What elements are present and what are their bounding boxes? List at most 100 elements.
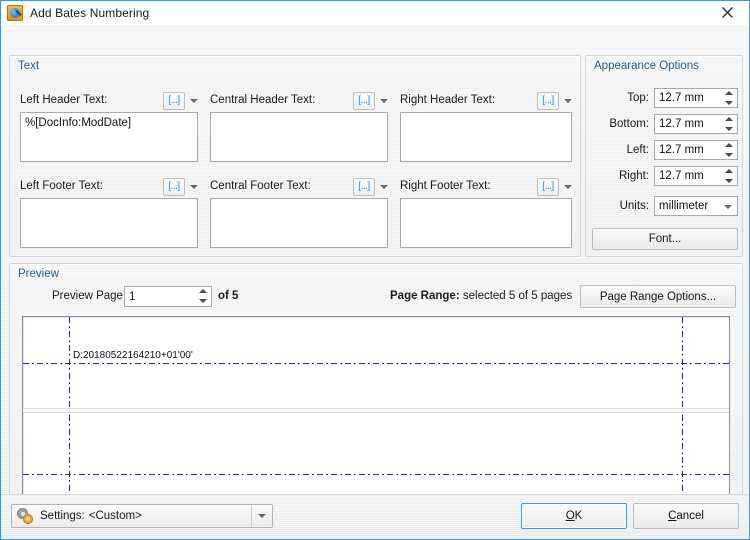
stepper-down-icon	[724, 127, 733, 131]
units-row: Units: millimeter	[592, 196, 738, 216]
stepper-down-icon	[724, 179, 733, 183]
stepper-down-icon	[724, 101, 733, 105]
left-header-text-input[interactable]: %[DocInfo:ModDate]	[20, 112, 198, 162]
text-group-legend: Text	[18, 60, 40, 72]
settings-value: <Custom>	[88, 510, 142, 522]
cancel-button[interactable]: Cancel	[633, 503, 739, 529]
preview-canvas[interactable]: D:20180522164210+01'00'	[22, 316, 730, 508]
central-header-macro-dropdown[interactable]	[376, 92, 391, 110]
central-header-text-input[interactable]	[210, 112, 388, 162]
margin-bottom-stepper[interactable]	[723, 117, 734, 131]
left-footer-macro-dropdown[interactable]	[186, 178, 201, 196]
dialog-body: Text Left Header Text: [...] %[DocInfo:M…	[1, 25, 749, 518]
ok-button-label: OK	[566, 510, 583, 522]
margin-left-label: Left:	[626, 144, 649, 156]
page-range-value: selected 5 of 5 pages	[459, 290, 573, 302]
margin-top-stepper[interactable]	[723, 91, 734, 105]
central-footer-text-input[interactable]	[210, 198, 388, 248]
chevron-down-icon	[379, 185, 388, 189]
right-footer-macro-button[interactable]: [...]	[537, 178, 559, 196]
stepper-up-icon	[724, 117, 733, 121]
title-bar: Add Bates Numbering	[1, 1, 749, 25]
central-footer-text-label: Central Footer Text:	[210, 180, 311, 192]
settings-dropdown-arrow[interactable]	[251, 505, 272, 527]
preview-page-stepper[interactable]	[197, 289, 208, 303]
left-footer-macro-button[interactable]: [...]	[163, 178, 185, 196]
page-range-status: Page Range: selected 5 of 5 pages	[390, 290, 572, 302]
central-footer-macro-dropdown[interactable]	[376, 178, 391, 196]
margin-right-input[interactable]: 12.7 mm	[654, 166, 738, 186]
dialog-footer: Settings: <Custom> OK Cancel	[1, 494, 749, 539]
right-header-text-input[interactable]	[400, 112, 572, 162]
margin-top-input[interactable]: 12.7 mm	[654, 88, 738, 108]
font-button[interactable]: Font...	[592, 228, 738, 250]
margin-right-value: 12.7 mm	[659, 170, 704, 182]
macro-brackets-icon: [...]	[358, 95, 370, 106]
margin-right-stepper[interactable]	[723, 169, 734, 183]
units-select[interactable]: millimeter	[654, 196, 738, 216]
page-range-options-button[interactable]: Page Range Options...	[580, 285, 736, 308]
stepper-down-icon	[724, 153, 733, 157]
margin-right-row: Right: 12.7 mm	[592, 166, 738, 186]
ok-button[interactable]: OK	[521, 503, 627, 529]
ok-post: K	[574, 510, 583, 522]
ok-accel: O	[565, 510, 575, 522]
bates-stamp-icon	[7, 5, 23, 21]
margin-top-value: 12.7 mm	[659, 92, 704, 104]
preview-legend: Preview	[18, 268, 59, 280]
settings-label: Settings:	[40, 510, 85, 522]
macro-brackets-icon: [...]	[542, 95, 554, 106]
margin-guide-bottom	[23, 474, 729, 475]
right-footer-text-input[interactable]	[400, 198, 572, 248]
margin-guide-left	[69, 317, 70, 507]
page-range-prefix: Page Range:	[390, 290, 460, 302]
margin-top-row: Top: 12.7 mm	[592, 88, 738, 108]
gears-icon	[16, 507, 36, 525]
close-icon	[721, 7, 733, 18]
units-value: millimeter	[659, 200, 709, 212]
chevron-down-icon	[258, 514, 266, 518]
margin-bottom-input[interactable]: 12.7 mm	[654, 114, 738, 134]
central-header-macro-button[interactable]: [...]	[353, 92, 375, 110]
left-header-macro-button[interactable]: [...]	[163, 92, 185, 110]
left-footer-text-label: Left Footer Text:	[20, 180, 103, 192]
preview-page-value: 1	[129, 290, 136, 303]
stepper-down-icon	[198, 299, 207, 303]
stepper-up-icon	[198, 289, 207, 293]
margin-bottom-value: 12.7 mm	[659, 118, 704, 130]
margin-right-label: Right:	[618, 170, 649, 182]
stepper-up-icon	[724, 169, 733, 173]
margin-guide-top	[23, 363, 729, 364]
close-button[interactable]	[705, 1, 749, 24]
central-footer-macro-button[interactable]: [...]	[353, 178, 375, 196]
right-header-macro-button[interactable]: [...]	[537, 92, 559, 110]
macro-brackets-icon: [...]	[168, 95, 180, 106]
preview-group-box: Preview Preview Page 1 of 5 Page Range: …	[9, 263, 743, 518]
preview-page-input[interactable]: 1	[124, 286, 212, 307]
cancel-button-label: Cancel	[668, 510, 704, 522]
add-bates-numbering-dialog: Add Bates Numbering Text Left Header Tex…	[0, 0, 750, 540]
chevron-down-icon	[563, 99, 572, 103]
stepper-up-icon	[724, 143, 733, 147]
central-header-text-label: Central Header Text:	[210, 94, 316, 106]
margin-left-stepper[interactable]	[723, 143, 734, 157]
preview-page-total-label: of 5	[218, 290, 239, 302]
appearance-options-legend: Appearance Options	[594, 60, 699, 72]
margin-left-row: Left: 12.7 mm	[592, 140, 738, 160]
chevron-down-icon	[189, 185, 198, 189]
settings-preset-select[interactable]: Settings: <Custom>	[11, 504, 273, 528]
stepper-up-icon	[724, 91, 733, 95]
margin-left-input[interactable]: 12.7 mm	[654, 140, 738, 160]
left-footer-text-input[interactable]	[20, 198, 198, 248]
chevron-down-icon	[379, 99, 388, 103]
chevron-down-icon	[563, 185, 572, 189]
right-footer-macro-dropdown[interactable]	[560, 178, 575, 196]
right-footer-text-label: Right Footer Text:	[400, 180, 491, 192]
margin-bottom-label: Bottom:	[609, 118, 649, 130]
units-label: Units:	[619, 200, 649, 212]
chevron-down-icon	[724, 205, 732, 209]
page-break-divider	[23, 409, 729, 412]
margin-bottom-row: Bottom: 12.7 mm	[592, 114, 738, 134]
left-header-macro-dropdown[interactable]	[186, 92, 201, 110]
right-header-macro-dropdown[interactable]	[560, 92, 575, 110]
